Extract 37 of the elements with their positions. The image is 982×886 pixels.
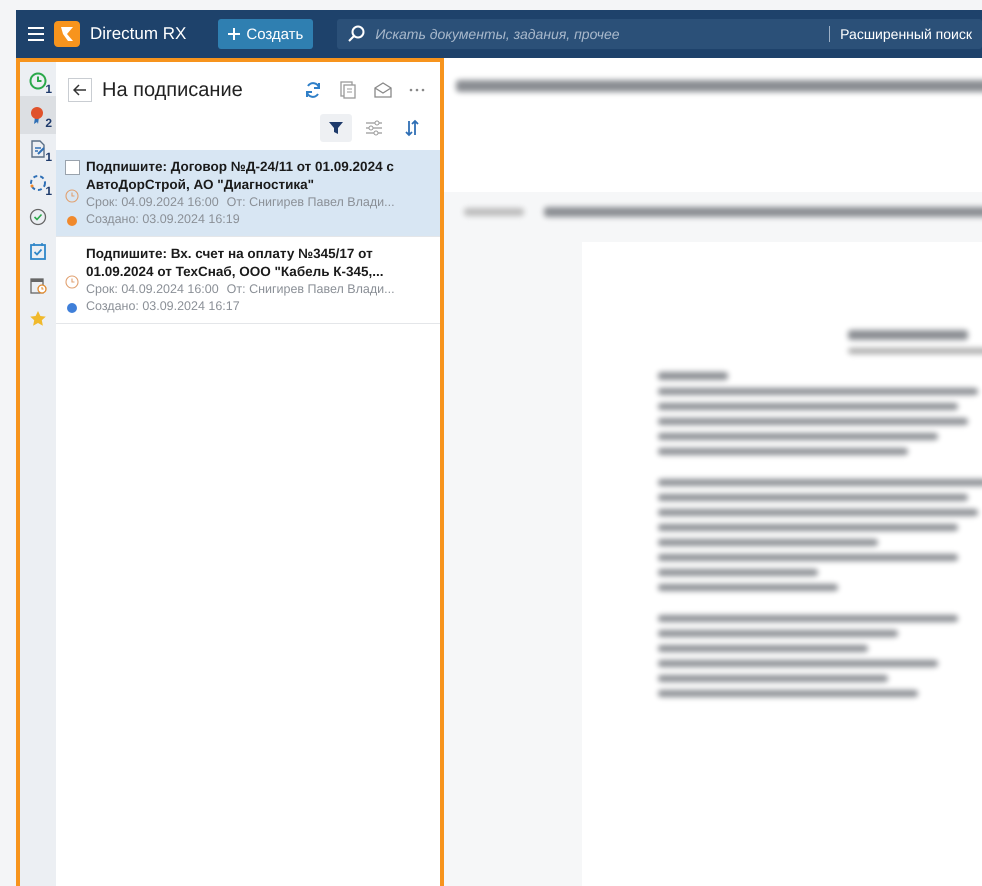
refresh-icon — [303, 80, 323, 100]
checkbox[interactable] — [64, 160, 80, 175]
created-date: Создано: 03.09.2024 16:17 — [86, 298, 240, 315]
search-icon — [347, 25, 366, 43]
task-item[interactable]: Подпишите: Договор №Д-24/11 от 01.09.2024 с АвтоДорСтрой, АО "Диагностика" Срок: 04.09.2024 16:00 От: Снигирев Павел Влади... Создано: 03.09.2024 16:19 — [56, 150, 440, 237]
search-field[interactable]: Искать документы, задания, прочее Расширенный поиск — [337, 19, 982, 49]
plus-icon — [228, 28, 240, 40]
copy-icon — [339, 80, 357, 100]
sidebar-item[interactable]: 2 — [20, 96, 56, 134]
clock-icon — [65, 188, 79, 202]
sender: От: Снигирев Павел Влади... — [226, 194, 395, 211]
task-title: Подпишите: Вх. счет на оплату №345/17 от 01.09.2024 от ТехСнаб, ООО "Кабель К-345,... — [86, 245, 385, 281]
advanced-search-link[interactable]: Расширенный поиск — [829, 26, 982, 42]
sliders-icon — [365, 120, 383, 136]
back-button[interactable] — [68, 78, 92, 102]
blurred-control — [464, 208, 524, 216]
created-date: Создано: 03.09.2024 16:19 — [86, 211, 240, 228]
create-button[interactable]: Создать — [218, 19, 314, 49]
clock-icon — [65, 274, 79, 288]
cycle-icon — [28, 173, 48, 193]
filter-button[interactable] — [320, 114, 352, 142]
back-arrow-icon — [73, 84, 87, 96]
task-title: Подпишите: Договор №Д-24/11 от 01.09.2024 с АвтоДорСтрой, АО "Диагностика" — [86, 158, 395, 194]
due-date: Срок: 04.09.2024 16:00 — [86, 281, 219, 298]
sort-icon — [404, 119, 420, 137]
sender: От: Снигирев Павел Влади... — [226, 281, 395, 298]
logo-icon[interactable] — [54, 21, 80, 47]
envelope-icon — [373, 81, 393, 99]
calendar-check-icon — [28, 241, 48, 261]
app-name: Directum RX — [90, 24, 186, 44]
more-icon — [409, 88, 425, 92]
filter-icon — [328, 120, 344, 136]
check-circle-icon — [28, 207, 48, 227]
clock-icon — [28, 71, 48, 91]
menu-icon[interactable] — [28, 27, 44, 41]
panel-title: На подписание — [102, 78, 244, 102]
due-date: Срок: 04.09.2024 16:00 — [86, 194, 219, 211]
